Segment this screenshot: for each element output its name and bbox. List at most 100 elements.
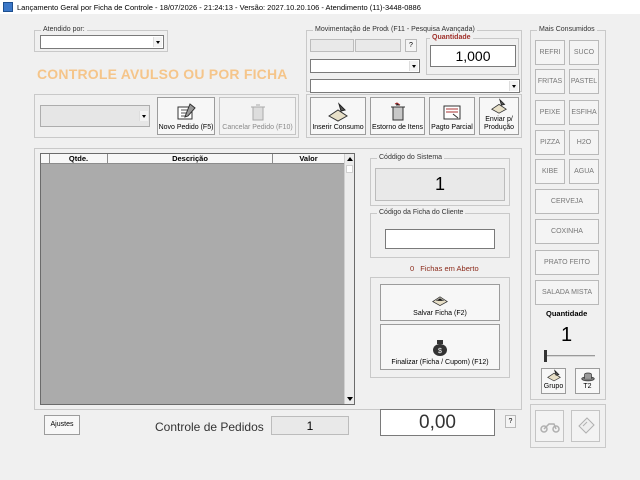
consumido-agua-label: AGUA bbox=[574, 168, 594, 175]
total-help-button[interactable]: ? bbox=[505, 415, 516, 428]
fichas-aberto-label: Fichas em Aberto bbox=[420, 264, 479, 273]
mais-consumidos-label: Mais Consumidos bbox=[537, 26, 597, 33]
book-icon bbox=[546, 369, 561, 382]
codigo-sistema-field: 1 bbox=[375, 168, 505, 201]
money-bag-icon: $ bbox=[433, 340, 447, 356]
novo-pedido-label: Novo Pedido (F5) bbox=[158, 124, 214, 131]
codigo-sistema-label: Códdigo do Sistema bbox=[377, 154, 445, 161]
codigo-ficha-input[interactable] bbox=[385, 229, 495, 249]
slider-thumb[interactable] bbox=[544, 350, 547, 362]
consumido-salada-mista-label: SALADA MISTA bbox=[541, 289, 593, 296]
consumido-coxinha-label: COXINHA bbox=[551, 228, 583, 235]
cancelar-pedido-label: Cancelar Pedido (F10) bbox=[222, 124, 293, 131]
grid-header: Qtde. Descrição Valor bbox=[41, 154, 345, 164]
consumido-coxinha-button[interactable]: COXINHA bbox=[535, 219, 599, 244]
chevron-down-icon bbox=[153, 37, 162, 47]
consumido-cerveja-button[interactable]: CERVEJA bbox=[535, 189, 599, 214]
receipt-button[interactable] bbox=[571, 410, 600, 442]
window-title: Lançamento Geral por Ficha de Controle -… bbox=[17, 2, 421, 12]
consumido-fritas-button[interactable]: FRITAS bbox=[535, 69, 565, 94]
consumido-pizza-label: PIZZA bbox=[540, 139, 560, 146]
novo-pedido-button[interactable]: Novo Pedido (F5) bbox=[157, 97, 215, 135]
consumido-refri-button[interactable]: REFRI bbox=[535, 40, 565, 65]
consumido-esfiha-button[interactable]: ESFIHA bbox=[569, 100, 599, 125]
produto-select[interactable] bbox=[310, 59, 420, 73]
help-label: ? bbox=[409, 42, 413, 49]
controle-pedidos-field: 1 bbox=[271, 416, 349, 435]
fichas-aberto-count: 0 bbox=[410, 264, 415, 273]
paper-arrow-icon bbox=[577, 417, 595, 434]
controle-pedidos-value: 1 bbox=[306, 418, 314, 433]
produto-code-field[interactable] bbox=[310, 39, 354, 52]
consumido-pastel-label: PASTEL bbox=[570, 78, 598, 85]
book-pen-icon bbox=[328, 102, 348, 122]
notepad-pen-icon bbox=[177, 103, 196, 120]
atendido-label: Atendido por: bbox=[41, 26, 87, 33]
total-help-label: ? bbox=[508, 418, 513, 425]
quantidade-input[interactable]: 1,000 bbox=[430, 45, 516, 67]
items-grid[interactable]: Qtde. Descrição Valor bbox=[40, 153, 355, 405]
t2-button[interactable]: T2 bbox=[575, 368, 600, 394]
help-button[interactable]: ? bbox=[405, 39, 417, 52]
grid-scrollbar[interactable] bbox=[344, 154, 354, 404]
grid-col-descricao[interactable]: Descrição bbox=[108, 154, 273, 163]
quantidade-value: 1,000 bbox=[455, 48, 491, 64]
scroll-up-arrow-icon[interactable] bbox=[347, 157, 353, 161]
window-title-bar: Lançamento Geral por Ficha de Controle -… bbox=[0, 0, 640, 14]
consumido-suco-button[interactable]: SUCO bbox=[569, 40, 599, 65]
consumido-salada-mista-button[interactable]: SALADA MISTA bbox=[535, 280, 599, 305]
codigo-sistema-value: 1 bbox=[434, 174, 445, 194]
consumido-h2o-button[interactable]: H2O bbox=[569, 130, 599, 155]
trash-full-icon bbox=[390, 102, 405, 121]
grupo-button[interactable]: Grupo bbox=[541, 368, 566, 394]
total-value: 0,00 bbox=[419, 411, 456, 433]
svg-text:$: $ bbox=[438, 348, 442, 355]
tipo-select[interactable] bbox=[40, 105, 150, 127]
consumido-prato-feito-button[interactable]: PRATO FEITO bbox=[535, 250, 599, 275]
scroll-thumb[interactable] bbox=[346, 165, 353, 173]
atendido-select[interactable] bbox=[40, 35, 164, 49]
consumido-agua-button[interactable]: AGUA bbox=[569, 159, 599, 184]
cancelar-pedido-button[interactable]: Cancelar Pedido (F10) bbox=[219, 97, 296, 135]
motorcycle-icon bbox=[539, 423, 560, 433]
enviar-producao-button[interactable]: Enviar p/ Produção bbox=[479, 97, 519, 135]
estorno-itens-button[interactable]: Estorno de Itens bbox=[370, 97, 425, 135]
delivery-button[interactable] bbox=[535, 410, 564, 442]
consumido-prato-feito-label: PRATO FEITO bbox=[544, 259, 590, 266]
total-field: 0,00 bbox=[380, 409, 495, 436]
produto-detalhe-select[interactable] bbox=[310, 79, 520, 93]
consumido-h2o-label: H2O bbox=[576, 139, 592, 146]
mc-quantidade-label: Quantidade bbox=[546, 309, 588, 318]
salvar-ficha-button[interactable]: Salvar Ficha (F2) bbox=[380, 284, 500, 321]
consumido-kibe-label: KIBE bbox=[542, 168, 558, 175]
chevron-down-icon bbox=[139, 111, 148, 121]
ajustes-label: Ajustes bbox=[50, 421, 74, 428]
consumido-pizza-button[interactable]: PIZZA bbox=[535, 130, 565, 155]
grid-col-valor[interactable]: Valor bbox=[273, 154, 345, 163]
quantidade-label: Quantidade bbox=[430, 34, 473, 41]
pagto-parcial-button[interactable]: Pagto Parcial bbox=[429, 97, 475, 135]
consumido-suco-label: SUCO bbox=[573, 49, 595, 56]
consumido-pastel-button[interactable]: PASTEL bbox=[569, 69, 599, 94]
consumido-cerveja-label: CERVEJA bbox=[550, 198, 584, 205]
finalizar-button[interactable]: $ Finalizar (Ficha / Cupom) (F12) bbox=[380, 324, 500, 370]
produto-code-field-2[interactable] bbox=[355, 39, 401, 52]
consumido-kibe-button[interactable]: KIBE bbox=[535, 159, 565, 184]
trash-icon bbox=[250, 104, 265, 121]
ajustes-button[interactable]: Ajustes bbox=[44, 415, 80, 435]
enviar-producao-label-1: Enviar p/ bbox=[485, 116, 513, 123]
consumido-fritas-label: FRITAS bbox=[537, 78, 563, 85]
grid-col-qtde[interactable]: Qtde. bbox=[50, 154, 108, 163]
scroll-down-arrow-icon[interactable] bbox=[347, 397, 353, 401]
book-icon bbox=[432, 296, 448, 307]
salvar-ficha-label: Salvar Ficha (F2) bbox=[413, 310, 467, 317]
consumido-peixe-label: PEIXE bbox=[539, 109, 561, 116]
consumido-peixe-button[interactable]: PEIXE bbox=[535, 100, 565, 125]
hat-icon bbox=[580, 372, 595, 382]
inserir-consumo-button[interactable]: Inserir Consumo bbox=[310, 97, 366, 135]
f11-hint: (F11 - Pesquisa Avançada) bbox=[389, 26, 477, 33]
app-icon bbox=[3, 2, 13, 12]
controle-pedidos-label: Controle de Pedidos bbox=[155, 420, 264, 434]
quantidade-slider[interactable] bbox=[543, 349, 597, 363]
slider-track bbox=[545, 355, 595, 357]
